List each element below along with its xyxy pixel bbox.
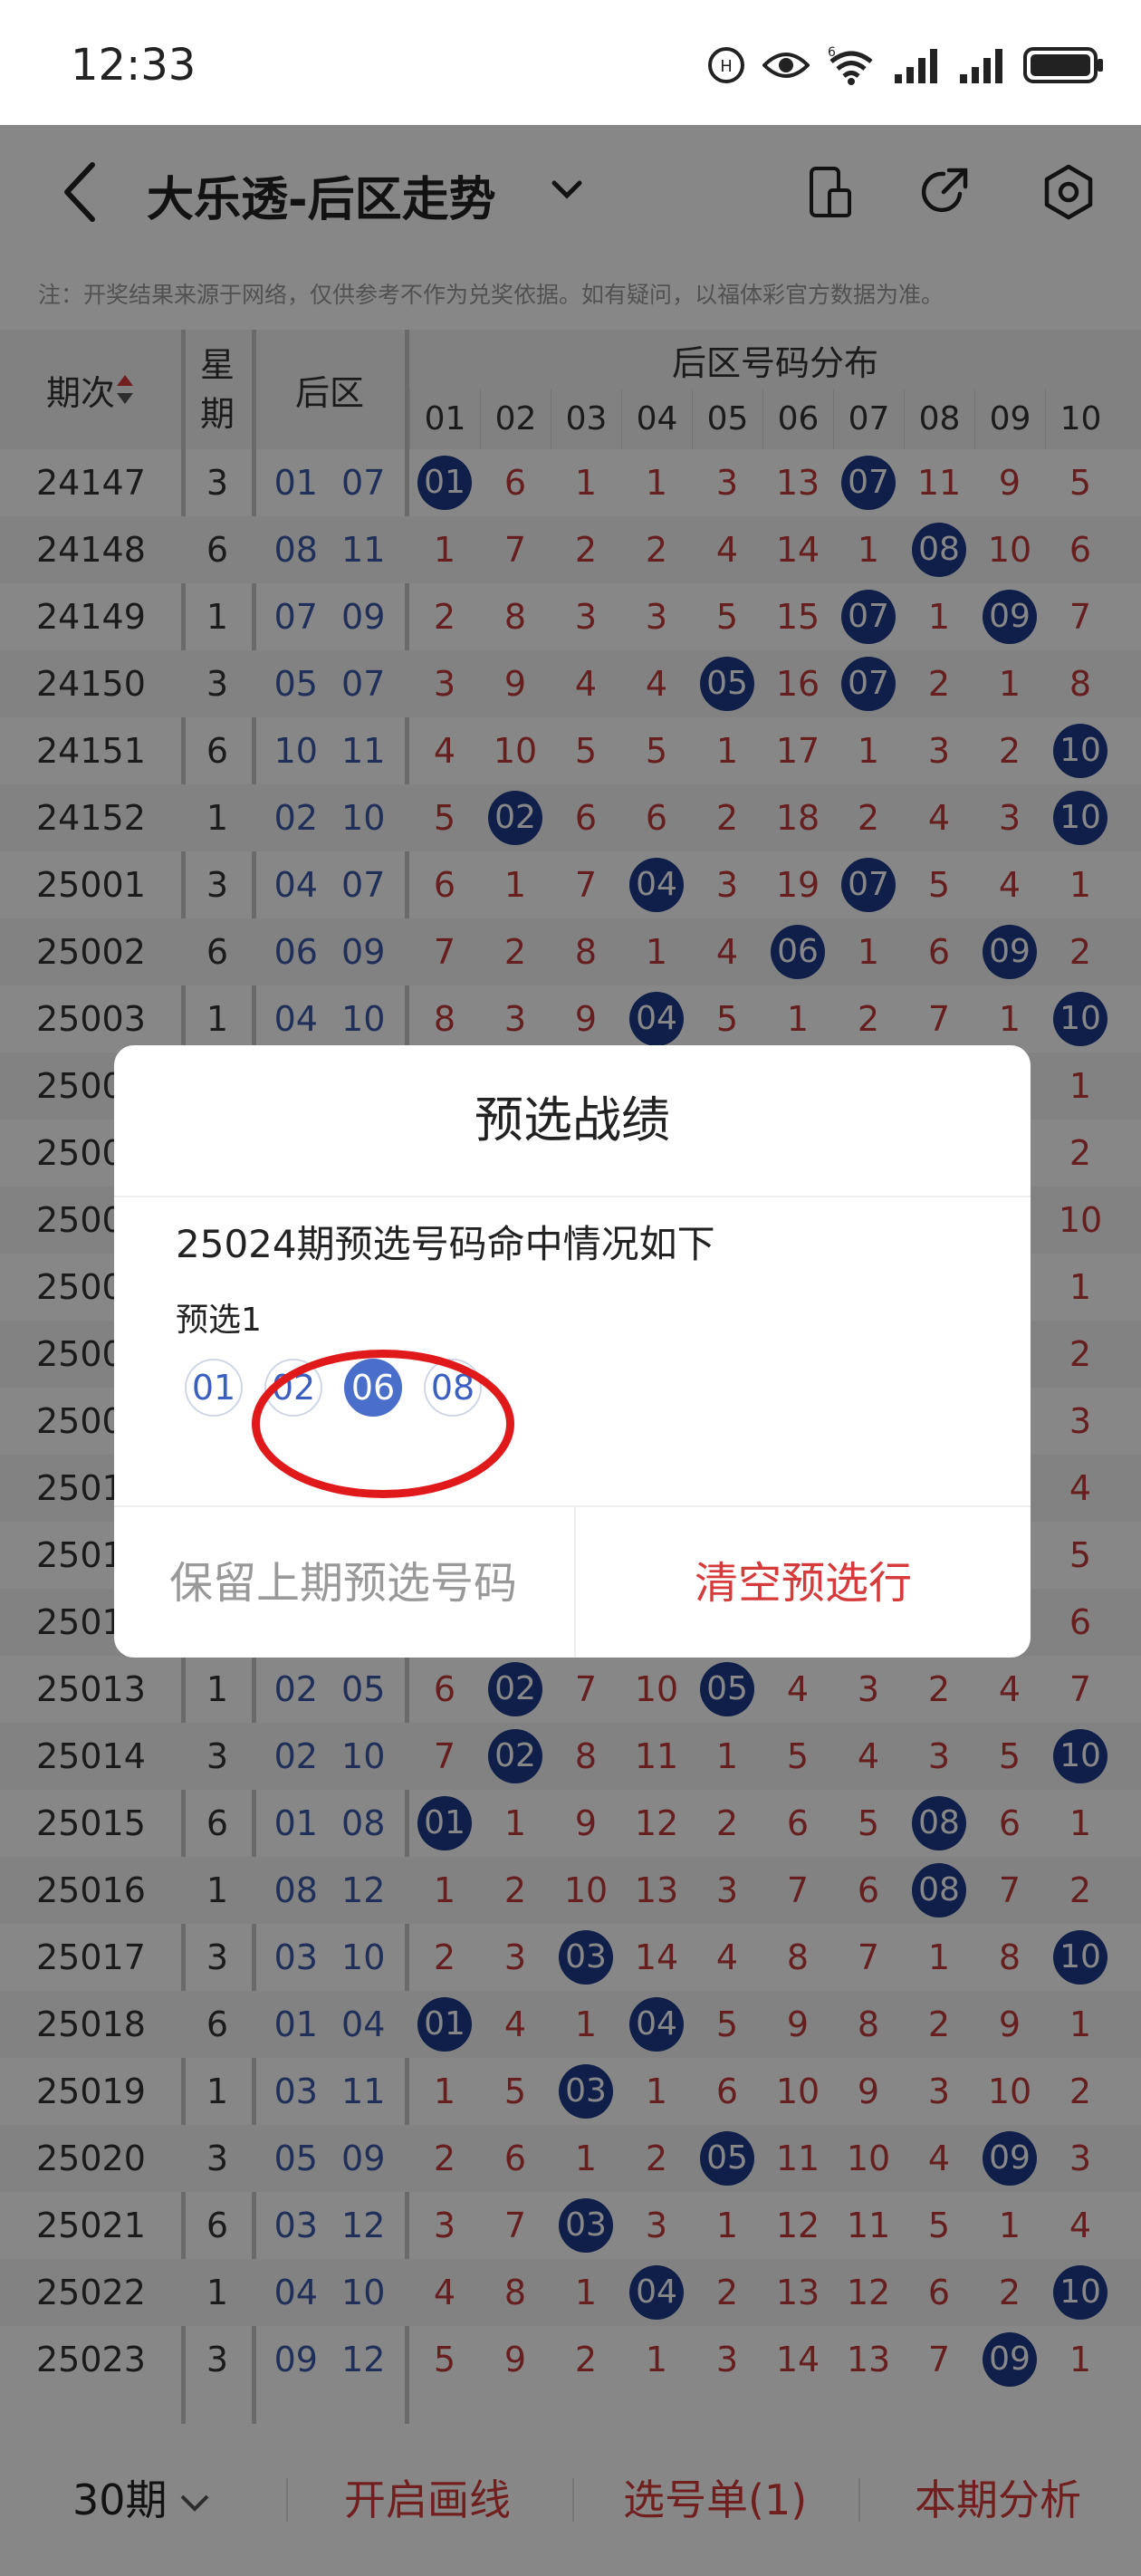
battery-icon [1023, 47, 1103, 83]
highlight-circle-annotation [252, 1350, 514, 1498]
preselect-ball: 01 [185, 1359, 243, 1417]
dialog-actions: 保留上期预选号码 清空预选行 [114, 1505, 1031, 1658]
preselect-group-label: 预选1 [176, 1302, 262, 1339]
hd-call-icon: H [708, 47, 744, 83]
clear-preselect-button[interactable]: 清空预选行 [574, 1507, 1031, 1658]
status-icons: H 6 [706, 45, 1105, 85]
signal-icon-1 [895, 49, 937, 83]
network-label: 6 [828, 45, 836, 60]
signal-icon-2 [960, 49, 1002, 83]
wifi-icon: 6 [828, 45, 873, 85]
status-time: 12:33 [71, 40, 197, 91]
svg-text:H: H [720, 57, 733, 76]
keep-previous-button[interactable]: 保留上期预选号码 [114, 1507, 572, 1658]
dialog-subtitle: 25024期预选号码命中情况如下 [176, 1222, 715, 1266]
dialog-title: 预选战绩 [114, 1045, 1031, 1197]
eye-icon [762, 53, 810, 78]
preselect-result-dialog: 预选战绩 25024期预选号码命中情况如下 预选1 01 02 06 08 保留上期预… [114, 1045, 1031, 1658]
status-bar: 12:33 H 6 [0, 0, 1141, 125]
